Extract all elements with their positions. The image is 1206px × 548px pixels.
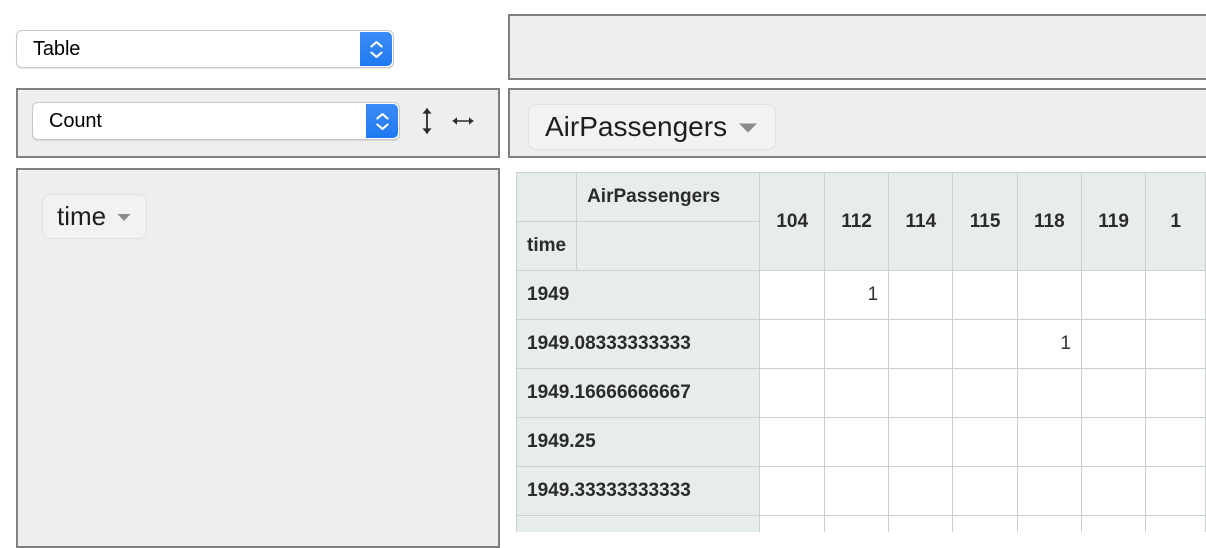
table-cell[interactable] <box>1017 369 1081 418</box>
table-row[interactable]: 1949.16666666667 <box>517 369 1206 418</box>
table-cell[interactable] <box>953 418 1017 467</box>
arrows-vertical-icon[interactable] <box>414 105 440 137</box>
row-header[interactable]: 1949.08333333333 <box>517 320 760 369</box>
field-pill-label: time <box>57 201 106 232</box>
table-cell[interactable] <box>1146 467 1206 516</box>
table-cell[interactable] <box>824 467 888 516</box>
table-cell[interactable] <box>953 271 1017 320</box>
stepper-updown-icon[interactable] <box>366 104 398 138</box>
table-row[interactable]: 1949.08333333333 1 <box>517 320 1206 369</box>
table-cell[interactable] <box>1017 271 1081 320</box>
row-index-label: time <box>517 222 577 271</box>
pivot-table-head: AirPassengers 104 112 114 115 118 119 1 … <box>517 173 1206 271</box>
table-cell[interactable] <box>760 320 825 369</box>
row-header[interactable]: 1949.16666666667 <box>517 369 760 418</box>
table-cell[interactable] <box>1017 467 1081 516</box>
column-header[interactable]: 118 <box>1017 173 1081 271</box>
table-cell[interactable] <box>760 467 825 516</box>
table-cell[interactable] <box>824 516 888 533</box>
table-cell[interactable] <box>953 467 1017 516</box>
table-cell[interactable] <box>953 320 1017 369</box>
top-right-empty-panel <box>508 14 1206 80</box>
table-cell[interactable] <box>1146 418 1206 467</box>
table-cell[interactable] <box>953 516 1017 533</box>
arrows-horizontal-glyph <box>450 112 476 130</box>
pivot-table-body: 1949 1 1949.08333333333 1 <box>517 271 1206 533</box>
table-cell[interactable] <box>889 467 953 516</box>
dataset-dropdown[interactable]: AirPassengers <box>528 104 776 150</box>
table-cell[interactable] <box>1081 320 1145 369</box>
field-pill-time[interactable]: time <box>42 194 147 239</box>
chevron-down-icon <box>370 51 383 58</box>
row-header[interactable] <box>517 516 760 533</box>
table-cell[interactable] <box>1146 369 1206 418</box>
table-cell[interactable] <box>1146 516 1206 533</box>
table-cell[interactable] <box>760 271 825 320</box>
column-header[interactable]: 1 <box>1146 173 1206 271</box>
column-header[interactable]: 112 <box>824 173 888 271</box>
app-root: Table Count <box>0 0 1206 532</box>
column-header[interactable]: 104 <box>760 173 825 271</box>
table-cell[interactable] <box>1017 516 1081 533</box>
dataset-panel: AirPassengers <box>508 88 1206 158</box>
table-cell[interactable] <box>889 516 953 533</box>
table-cell[interactable] <box>760 418 825 467</box>
arrows-vertical-glyph <box>419 106 435 136</box>
table-cell[interactable] <box>1146 271 1206 320</box>
table-cell[interactable] <box>1081 369 1145 418</box>
table-cell[interactable] <box>1017 418 1081 467</box>
table-cell[interactable] <box>1081 516 1145 533</box>
column-group-label: AirPassengers <box>577 173 760 222</box>
stepper-updown-icon[interactable] <box>360 32 392 66</box>
view-type-panel: Table <box>16 30 394 74</box>
caret-down-icon <box>737 121 759 134</box>
table-row[interactable]: 1949.25 <box>517 418 1206 467</box>
table-cell[interactable] <box>1081 418 1145 467</box>
measure-select[interactable]: Count <box>32 102 400 140</box>
pivot-header-row-top: AirPassengers 104 112 114 115 118 119 1 <box>517 173 1206 222</box>
chevron-up-icon <box>376 113 389 120</box>
table-cell[interactable] <box>760 369 825 418</box>
pivot-table-region[interactable]: AirPassengers 104 112 114 115 118 119 1 … <box>516 172 1206 532</box>
row-header[interactable]: 1949.33333333333 <box>517 467 760 516</box>
chevron-down-icon <box>376 123 389 130</box>
table-row[interactable]: 1949 1 <box>517 271 1206 320</box>
pivot-table: AirPassengers 104 112 114 115 118 119 1 … <box>516 172 1206 532</box>
table-cell[interactable]: 1 <box>824 271 888 320</box>
chevron-up-icon <box>370 41 383 48</box>
measure-panel: Count <box>16 88 500 158</box>
table-cell[interactable] <box>953 369 1017 418</box>
table-cell[interactable]: 1 <box>1017 320 1081 369</box>
table-cell[interactable] <box>889 320 953 369</box>
column-header[interactable]: 119 <box>1081 173 1145 271</box>
column-header[interactable]: 114 <box>889 173 953 271</box>
table-row[interactable] <box>517 516 1206 533</box>
view-type-select-value: Table <box>17 38 80 61</box>
table-cell[interactable] <box>1081 271 1145 320</box>
caret-down-icon <box>116 212 132 222</box>
arrows-horizontal-icon[interactable] <box>450 105 476 137</box>
fields-shelf-panel: time <box>16 168 500 548</box>
table-cell[interactable] <box>1081 467 1145 516</box>
row-index-blank-cell <box>577 222 760 271</box>
row-header[interactable]: 1949 <box>517 271 760 320</box>
corner-blank-cell <box>517 173 577 222</box>
column-header[interactable]: 115 <box>953 173 1017 271</box>
measure-select-value: Count <box>33 110 102 133</box>
row-header[interactable]: 1949.25 <box>517 418 760 467</box>
table-cell[interactable] <box>824 418 888 467</box>
table-cell[interactable] <box>889 271 953 320</box>
table-cell[interactable] <box>889 418 953 467</box>
dataset-dropdown-label: AirPassengers <box>545 111 727 143</box>
view-type-select[interactable]: Table <box>16 30 394 68</box>
table-cell[interactable] <box>824 320 888 369</box>
table-row[interactable]: 1949.33333333333 <box>517 467 1206 516</box>
table-cell[interactable] <box>889 369 953 418</box>
table-cell[interactable] <box>760 516 825 533</box>
table-cell[interactable] <box>1146 320 1206 369</box>
table-cell[interactable] <box>824 369 888 418</box>
